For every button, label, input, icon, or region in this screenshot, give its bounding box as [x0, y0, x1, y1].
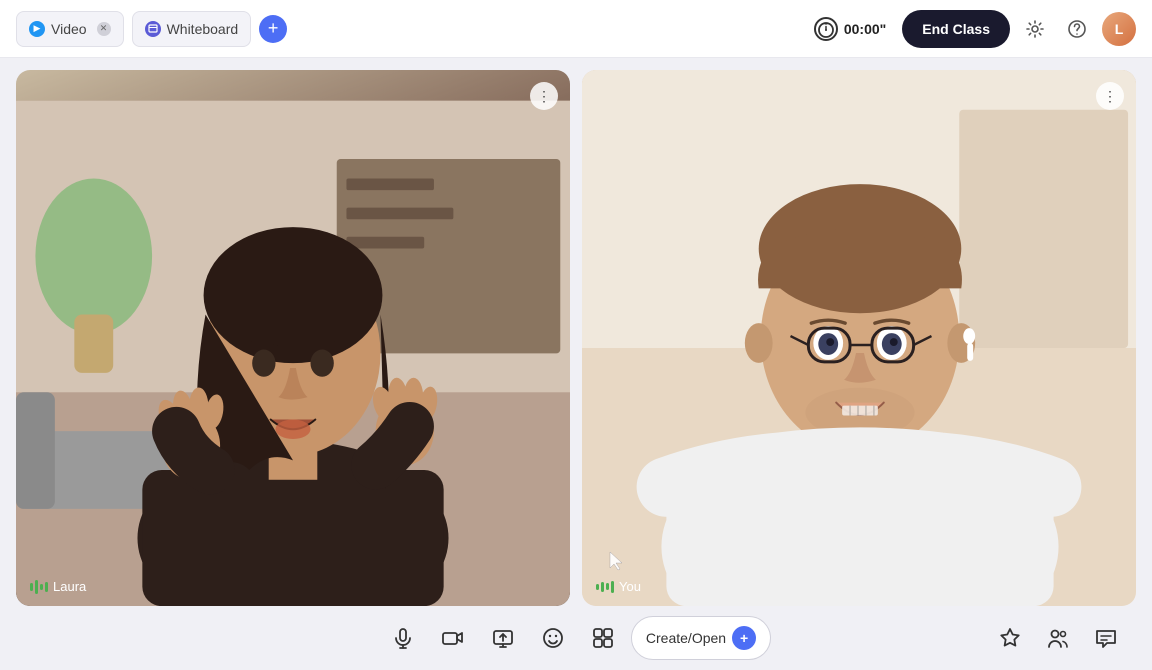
bottom-right-tools: [988, 616, 1128, 660]
avatar-button[interactable]: L: [1102, 12, 1136, 46]
help-button[interactable]: [1060, 12, 1094, 46]
mic-button[interactable]: [381, 616, 425, 660]
you-audio-indicator: [596, 581, 614, 593]
laura-participant-label: Laura: [30, 579, 86, 594]
chat-icon: [1095, 627, 1117, 649]
topbar: ▶ Video ✕ Whiteboard + 00:00": [0, 0, 1152, 58]
participants-button[interactable]: [1036, 616, 1080, 660]
timer-icon: [814, 17, 838, 41]
end-class-button[interactable]: End Class: [902, 10, 1010, 48]
video-tab-icon: ▶: [29, 21, 45, 37]
tab-whiteboard[interactable]: Whiteboard: [132, 11, 252, 47]
star-icon: [999, 627, 1021, 649]
question-icon: [1067, 19, 1087, 39]
emoji-icon: [542, 627, 564, 649]
camera-icon: [442, 627, 464, 649]
tab-video-close[interactable]: ✕: [97, 22, 111, 36]
star-button[interactable]: [988, 616, 1032, 660]
tab-whiteboard-label: Whiteboard: [167, 21, 239, 37]
create-open-button[interactable]: Create/Open +: [631, 616, 771, 660]
plus-symbol: +: [740, 630, 748, 646]
participants-icon: [1047, 627, 1069, 649]
add-tab-icon: +: [268, 18, 279, 39]
tab-video[interactable]: ▶ Video ✕: [16, 11, 124, 47]
laura-audio-indicator: [30, 580, 48, 594]
create-open-plus-icon: +: [732, 626, 756, 650]
timer-area: 00:00": [814, 17, 886, 41]
layout-button[interactable]: [581, 616, 625, 660]
tab-video-label: Video: [51, 21, 87, 37]
dots-icon: ⋮: [537, 88, 551, 105]
create-open-label: Create/Open: [646, 630, 726, 646]
avatar-initials: L: [1115, 21, 1124, 37]
emoji-button[interactable]: [531, 616, 575, 660]
timer-display: 00:00": [844, 21, 886, 37]
dots-icon: ⋮: [1103, 88, 1117, 105]
bottom-toolbar: Create/Open +: [0, 606, 1152, 670]
laura-video-content: [16, 70, 570, 606]
layout-icon: [592, 627, 614, 649]
laura-video-menu[interactable]: ⋮: [530, 82, 558, 110]
laura-name: Laura: [53, 579, 86, 594]
video-area: ⋮ Laura: [0, 58, 1152, 606]
you-participant-label: You: [596, 579, 641, 594]
gear-icon: [1025, 19, 1045, 39]
mic-icon: [392, 627, 414, 649]
whiteboard-tab-icon: [145, 21, 161, 37]
video-panel-you: ⋮ You: [582, 70, 1136, 606]
you-video-content: [582, 70, 1136, 606]
chat-button[interactable]: [1084, 616, 1128, 660]
settings-button[interactable]: [1018, 12, 1052, 46]
you-video-menu[interactable]: ⋮: [1096, 82, 1124, 110]
you-name: You: [619, 579, 641, 594]
video-panel-laura: ⋮ Laura: [16, 70, 570, 606]
add-tab-button[interactable]: +: [259, 15, 287, 43]
share-screen-button[interactable]: [481, 616, 525, 660]
camera-button[interactable]: [431, 616, 475, 660]
share-icon: [492, 627, 514, 649]
